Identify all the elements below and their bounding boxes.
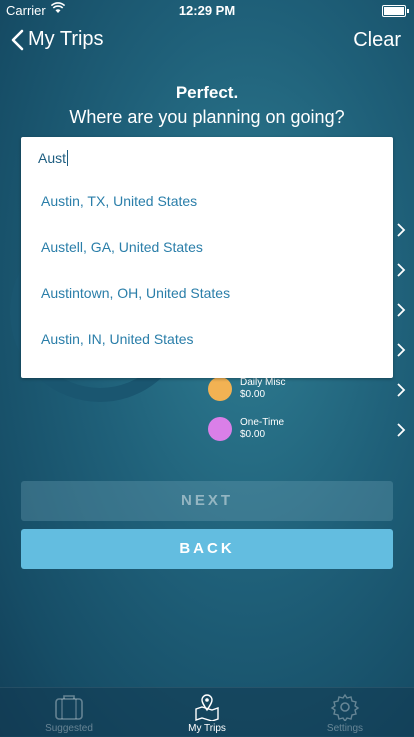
tab-label: Settings [326, 723, 364, 734]
back-button[interactable]: BACK [21, 529, 393, 569]
tab-my-trips[interactable]: My Trips [138, 688, 276, 737]
suitcase-icon [55, 695, 83, 720]
nav-bar: My Trips Clear [0, 20, 414, 64]
prompt-question: Where are you planning on going? [69, 107, 345, 127]
category-row-daily-misc[interactable]: Daily Misc $0.00 [208, 377, 286, 401]
status-bar: Carrier 12:29 PM [0, 0, 414, 20]
chevron-left-icon [11, 29, 24, 50]
chevron-right-icon[interactable] [396, 383, 406, 397]
chevron-right-icon[interactable] [396, 263, 406, 277]
category-name: One-Time [240, 417, 285, 428]
tab-suggested[interactable]: Suggested [0, 688, 138, 737]
search-query-text: Aust [38, 150, 67, 166]
prompt-heading: Perfect. [175, 83, 239, 102]
chevron-right-icon[interactable] [396, 303, 406, 317]
back-button-label: My Trips [28, 28, 104, 50]
back-to-my-trips-button[interactable]: My Trips [10, 28, 104, 51]
suggestion-item[interactable]: Austell, GA, United States [41, 239, 203, 255]
category-color-dot [208, 417, 232, 441]
destination-search-input[interactable]: Aust [38, 150, 69, 166]
gear-icon [330, 693, 360, 721]
chevron-right-icon[interactable] [396, 423, 406, 437]
battery-icon [382, 5, 409, 17]
tab-label: Suggested [45, 723, 93, 734]
category-amount: $0.00 [240, 389, 266, 400]
category-color-dot [208, 377, 232, 401]
tab-settings[interactable]: Settings [276, 688, 414, 737]
category-row-one-time[interactable]: One-Time $0.00 [208, 417, 284, 441]
suggestion-item[interactable]: Austin, TX, United States [41, 193, 197, 209]
category-amount: $0.00 [240, 429, 266, 440]
suggestion-item[interactable]: Austin, IN, United States [41, 331, 194, 347]
map-pin-icon [195, 694, 219, 721]
category-name: Daily Misc [240, 377, 286, 388]
suggestion-item[interactable]: Austintown, OH, United States [41, 285, 230, 301]
text-cursor [67, 150, 69, 166]
tab-bar: Suggested My Trips Settings [0, 687, 414, 737]
chevron-right-icon[interactable] [396, 343, 406, 357]
clock: 12:29 PM [178, 3, 236, 18]
clear-button[interactable]: Clear [353, 29, 401, 52]
next-button[interactable]: NEXT [21, 481, 393, 521]
destination-autocomplete: Aust Austin, TX, United States Austell, … [21, 137, 393, 378]
tab-label: My Trips [188, 723, 226, 734]
chevron-right-icon[interactable] [396, 223, 406, 237]
